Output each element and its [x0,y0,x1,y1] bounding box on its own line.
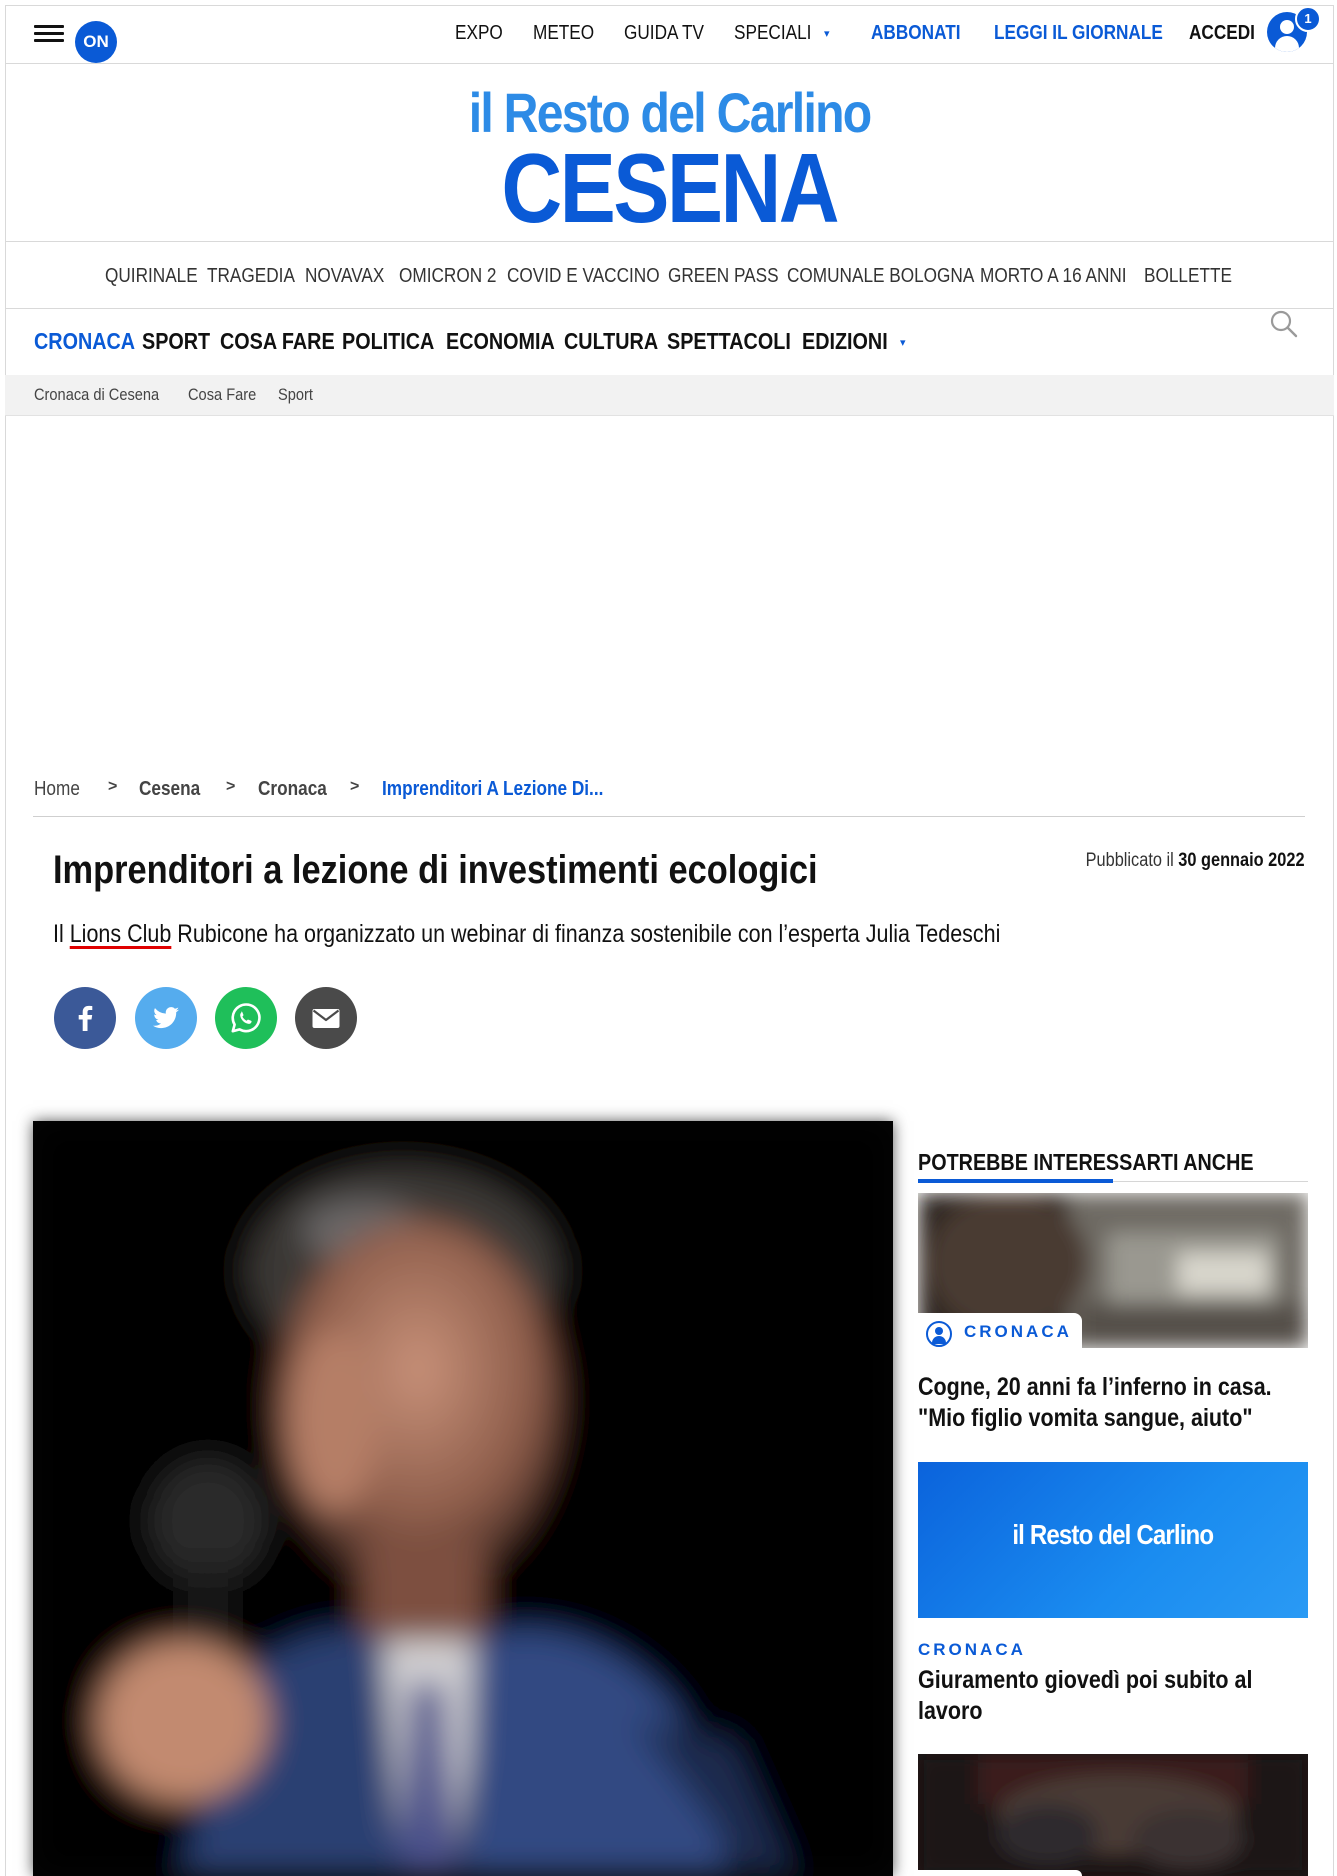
nav-edizioni[interactable]: EDIZIONI [802,327,902,355]
subnav-sport[interactable]: Sport [278,385,319,405]
email-icon [312,1009,340,1028]
chevron-down-icon[interactable]: ▾ [824,27,830,40]
edition-city[interactable]: CESENA [5,133,1334,243]
speaker-photo [33,1121,893,1876]
breadcrumb-current: Imprenditori A Lezione Di... [382,778,604,800]
category-label: CRONACA [964,1322,1072,1341]
category-icon [926,1321,952,1347]
trending-tag[interactable]: QUIRINALE [105,263,213,289]
nav-politica[interactable]: POLITICA [342,327,449,355]
category-pill[interactable]: CRONACA [918,1313,1082,1351]
subnav-cronaca-cesena[interactable]: Cronaca di Cesena [34,385,180,405]
article-hero-image [33,1121,893,1876]
nav-cultura[interactable]: CULTURA [564,327,673,355]
article-title: Imprenditori a lezione di investimenti e… [53,848,818,892]
topnav-guida-tv[interactable]: GUIDA TV [624,20,717,46]
share-email-button[interactable] [295,987,357,1049]
related-card-image[interactable]: il Resto del Carlino [918,1462,1308,1618]
facebook-icon [78,1005,93,1031]
nav-spettacoli[interactable]: SPETTACOLI [667,327,811,355]
nav-cronaca[interactable]: CRONACA [34,327,152,355]
related-card-title[interactable]: Cogne, 20 anni fa l’inferno in casa. "Mi… [918,1372,1337,1434]
related-section-title: POTREBBE INTERESSARTI ANCHE [918,1149,1254,1175]
related-photo [918,1754,1308,1876]
menu-icon[interactable] [34,25,64,45]
breadcrumb-separator: > [350,778,360,795]
topnav-expo[interactable]: EXPO [455,20,511,46]
breadcrumb-separator: > [108,778,118,795]
category-label[interactable]: CRONACA [918,1640,1026,1660]
brand-logo-placeholder: il Resto del Carlino [1012,1519,1215,1550]
share-whatsapp-button[interactable] [215,987,277,1049]
trending-tag[interactable]: MORTO A 16 ANNI [980,263,1150,289]
twitter-icon [153,1007,179,1029]
share-facebook-button[interactable] [54,987,116,1049]
category-pill [918,1870,1082,1876]
nav-sport[interactable]: SPORT [142,327,221,355]
whatsapp-icon [231,1003,261,1033]
nav-economia[interactable]: ECONOMIA [446,327,573,355]
login-link[interactable]: ACCEDI [1189,20,1266,46]
related-card-title[interactable]: Giuramento giovedì poi subito al lavoro [918,1665,1337,1727]
related-card-image[interactable] [918,1754,1308,1876]
section-accent-bar [918,1179,1113,1183]
subnav-cosa-fare[interactable]: Cosa Fare [188,385,267,405]
trending-tag[interactable]: COVID E VACCINO [507,263,684,289]
masthead: il Resto del Carlino CESENA [5,63,1334,243]
breadcrumb-home[interactable]: Home [34,776,87,802]
breadcrumb-separator: > [226,778,236,795]
lions-club-link[interactable]: Lions Club [70,920,172,948]
share-twitter-button[interactable] [135,987,197,1049]
article-subtitle: Il Lions Club Rubicone ha organizzato un… [53,920,1001,948]
subscribe-link[interactable]: ABBONATI [871,20,975,46]
notification-badge: 1 [1295,6,1321,32]
topnav-meteo[interactable]: METEO [533,20,604,46]
topnav-speciali[interactable]: SPECIALI [734,20,824,46]
chevron-down-icon[interactable]: ▾ [900,336,906,349]
search-icon[interactable] [1270,310,1298,338]
publish-date: Pubblicato il 30 gennaio 2022 [1086,850,1305,871]
trending-tag[interactable]: TRAGEDIA [207,263,309,289]
read-newspaper-link[interactable]: LEGGI IL GIORNALE [994,20,1190,46]
on-logo-badge[interactable]: ON [75,21,117,63]
trending-tag[interactable]: GREEN PASS [668,263,797,289]
trending-tag[interactable]: OMICRON 2 [399,263,512,289]
breadcrumb-cronaca[interactable]: Cronaca [258,776,338,802]
nav-cosa-fare[interactable]: COSA FARE [220,327,353,355]
breadcrumb-divider [33,816,1305,817]
trending-tag[interactable]: BOLLETTE [1144,263,1246,289]
trending-tag[interactable]: NOVAVAX [305,263,397,289]
trending-tag[interactable]: COMUNALE BOLOGNA [787,263,1005,289]
breadcrumb-cesena[interactable]: Cesena [139,776,210,802]
